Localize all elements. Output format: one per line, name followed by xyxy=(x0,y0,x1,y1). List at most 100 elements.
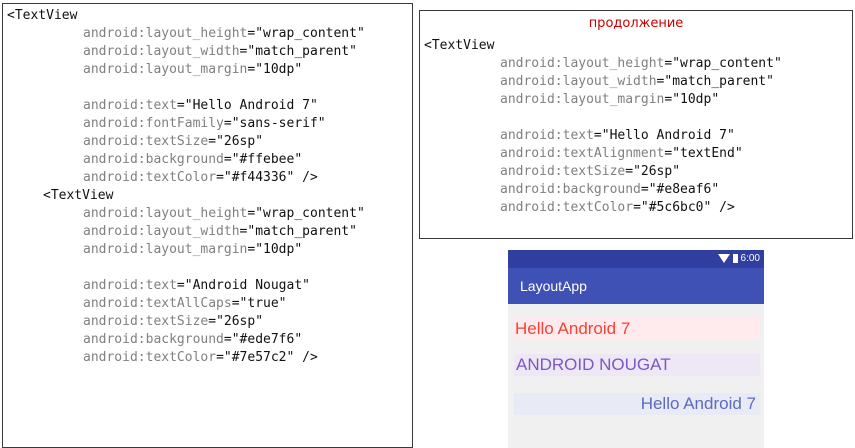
equals-sign: = xyxy=(216,350,224,365)
equals-sign: = xyxy=(625,164,634,179)
code-line: android:textColor="#7e57c2" /> xyxy=(7,349,365,367)
equals-sign: = xyxy=(223,332,232,347)
phone-preview: 6:00 LayoutApp Hello Android 7 ANDROID N… xyxy=(508,250,764,448)
xml-code-block-left: <TextView android:layout_height="wrap_con… xyxy=(7,7,365,367)
battery-icon xyxy=(732,254,738,263)
xml-attribute-value: "match_parent" xyxy=(247,44,357,59)
xml-attribute-value: "match_parent" xyxy=(247,224,357,239)
xml-tag: <TextView xyxy=(424,38,495,53)
xml-attribute-value: "#f44336" /> xyxy=(223,170,318,185)
equals-sign: = xyxy=(176,278,185,293)
xml-attribute-name: android:layout_height xyxy=(83,26,248,41)
xml-attribute-name: android:layout_margin xyxy=(83,242,248,257)
xml-attribute-value: "Hello Android 7" xyxy=(601,128,735,143)
xml-attribute-value: "10dp" xyxy=(672,92,720,107)
xml-attribute-value: "26sp" xyxy=(216,314,264,329)
equals-sign: = xyxy=(208,134,217,149)
equals-sign: = xyxy=(223,152,232,167)
code-line: android:textSize="26sp" xyxy=(7,313,365,331)
code-line: android:layout_margin="10dp" xyxy=(7,241,365,259)
equals-sign: = xyxy=(633,200,641,215)
code-line: android:layout_margin="10dp" xyxy=(424,91,782,109)
code-line: android:background="#e8eaf6" xyxy=(424,181,782,199)
xml-attribute-value: "sans-serif" xyxy=(231,116,326,131)
xml-attribute-name: android:text xyxy=(83,278,177,293)
code-line: android:layout_height="wrap_content" xyxy=(424,55,782,73)
xml-attribute-name: android:fontFamily xyxy=(83,116,224,131)
xml-tag: <TextView xyxy=(7,8,78,23)
status-time: 6:00 xyxy=(740,253,760,264)
code-line: android:text="Hello Android 7" xyxy=(424,127,782,145)
code-line: android:textAllCaps="true" xyxy=(7,295,365,313)
code-line: android:layout_width="match_parent" xyxy=(424,73,782,91)
code-panel-left: <TextView android:layout_height="wrap_con… xyxy=(2,3,413,448)
code-line: android:layout_width="match_parent" xyxy=(7,43,365,61)
code-panel-right: продолжение <TextView android:layout_heig… xyxy=(419,10,853,239)
xml-attribute-name: android:layout_height xyxy=(500,56,665,71)
xml-attribute-name: android:layout_margin xyxy=(83,62,248,77)
xml-attribute-value: "10dp" xyxy=(255,242,303,257)
xml-attribute-name: android:layout_margin xyxy=(500,92,665,107)
xml-attribute-name: android:textColor xyxy=(83,350,217,365)
xml-attribute-value: "match_parent" xyxy=(664,74,774,89)
code-line: android:textAlignment="textEnd" xyxy=(424,145,782,163)
equals-sign: = xyxy=(208,314,217,329)
equals-sign: = xyxy=(231,296,240,311)
xml-attribute-name: android:textAllCaps xyxy=(83,296,232,311)
wifi-icon xyxy=(717,254,730,263)
textview-hello-android-end: Hello Android 7 xyxy=(514,393,760,415)
xml-attribute-value: "#ffebee" xyxy=(231,152,303,167)
code-line: android:layout_margin="10dp" xyxy=(7,61,365,79)
status-bar: 6:00 xyxy=(508,250,764,268)
code-line: android:textColor="#f44336" /> xyxy=(7,169,365,187)
xml-attribute-value: "26sp" xyxy=(216,134,264,149)
continuation-label: продолжение xyxy=(588,16,684,31)
xml-attribute-value: "Android Nougat" xyxy=(184,278,310,293)
xml-attribute-name: android:textColor xyxy=(500,200,634,215)
textview-hello-android: Hello Android 7 xyxy=(514,318,760,340)
xml-attribute-name: android:text xyxy=(83,98,177,113)
equals-sign: = xyxy=(640,182,649,197)
xml-attribute-name: android:background xyxy=(83,332,224,347)
equals-sign: = xyxy=(593,128,602,143)
xml-attribute-value: "textEnd" xyxy=(672,146,743,161)
code-line: android:layout_height="wrap_content" xyxy=(7,25,365,43)
xml-attribute-value: "Hello Android 7" xyxy=(184,98,318,113)
xml-attribute-value: "wrap_content" xyxy=(255,206,365,221)
status-icons: 6:00 xyxy=(717,253,760,264)
xml-attribute-value: "wrap_content" xyxy=(672,56,782,71)
equals-sign: = xyxy=(216,170,224,185)
xml-attribute-name: android:background xyxy=(500,182,641,197)
equals-sign: = xyxy=(223,116,232,131)
code-line: android:layout_height="wrap_content" xyxy=(7,205,365,223)
xml-attribute-name: android:layout_height xyxy=(83,206,248,221)
xml-attribute-name: android:textColor xyxy=(83,170,217,185)
xml-attribute-name: android:background xyxy=(83,152,224,167)
code-line: android:background="#ede7f6" xyxy=(7,331,365,349)
code-line: android:textColor="#5c6bc0" /> xyxy=(424,199,782,217)
code-line: android:textSize="26sp" xyxy=(7,133,365,151)
code-line: <TextView xyxy=(7,187,365,205)
equals-sign: = xyxy=(176,98,185,113)
code-line: android:fontFamily="sans-serif" xyxy=(7,115,365,133)
xml-attribute-value: "#e8eaf6" xyxy=(648,182,720,197)
xml-attribute-value: "wrap_content" xyxy=(255,26,365,41)
xml-attribute-name: android:layout_width xyxy=(500,74,657,89)
app-title: LayoutApp xyxy=(520,278,587,294)
xml-attribute-value: "#ede7f6" xyxy=(231,332,303,347)
code-line: android:layout_width="match_parent" xyxy=(7,223,365,241)
xml-attribute-name: android:textAlignment xyxy=(500,146,665,161)
xml-attribute-value: "26sp" xyxy=(633,164,681,179)
code-line: <TextView xyxy=(424,37,782,55)
xml-attribute-name: android:textSize xyxy=(83,134,209,149)
app-toolbar: LayoutApp xyxy=(508,268,764,304)
xml-attribute-value: "10dp" xyxy=(255,62,303,77)
xml-attribute-name: android:text xyxy=(500,128,594,143)
code-line: android:text="Android Nougat" xyxy=(7,277,365,295)
xml-attribute-value: "#7e57c2" /> xyxy=(223,350,318,365)
code-line: <TextView xyxy=(7,7,365,25)
xml-attribute-value: "true" xyxy=(239,296,287,311)
